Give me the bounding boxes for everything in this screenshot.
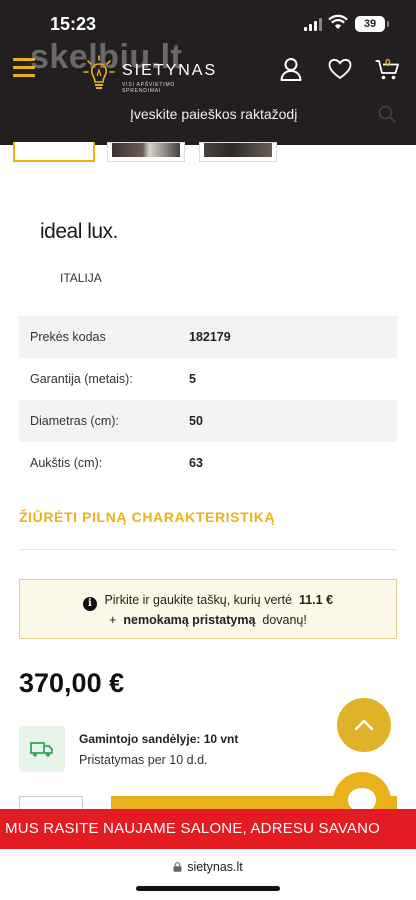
points-banner: i Pirkite ir gaukite taškų, kurių vertė … <box>19 579 397 639</box>
thumbnail-image <box>112 143 180 157</box>
marquee-text: MUS RASITE NAUJAME SALONE, ADRESU SAVANO <box>5 820 381 837</box>
spec-label: Diametras (cm): <box>19 400 189 442</box>
spec-label: Aukštis (cm): <box>30 456 103 470</box>
browser-address-bar[interactable]: sietynas.lt <box>0 849 416 900</box>
search-icon[interactable] <box>377 104 397 124</box>
full-specs-link[interactable]: ŽIŪRĖTI PILNĄ CHARAKTERISTIKĄ <box>19 509 275 525</box>
bulb-logo-icon <box>83 55 115 89</box>
product-thumbnail[interactable] <box>199 142 277 162</box>
points-text: Pirkite ir gaukite taškų, kurių vertė <box>104 593 293 607</box>
delivery-time: Pristatymas per 10 d.d. <box>79 753 208 767</box>
spec-value: 63 <box>189 456 203 470</box>
thumbnail-image <box>204 143 272 157</box>
wifi-icon <box>328 14 348 29</box>
points-value: 11.1 € <box>298 593 334 607</box>
battery-level: 39 <box>363 18 377 30</box>
heart-icon[interactable] <box>327 56 353 82</box>
spec-value: 5 <box>189 372 196 386</box>
url-display[interactable]: sietynas.lt <box>0 860 416 874</box>
logo-name: SIETYNAS <box>122 62 218 79</box>
spec-value: 182179 <box>189 316 397 358</box>
site-logo[interactable]: SIETYNAS VISI APŠVIETIMO SPRENDIMAI <box>82 54 215 98</box>
spec-label: Garantija (metais): <box>30 372 133 386</box>
plus-sign: + <box>109 613 117 627</box>
table-row: Diametras (cm): 50 <box>19 400 397 442</box>
brand-logo[interactable]: ideal lux. <box>40 220 118 244</box>
chevron-up-icon <box>354 719 374 731</box>
gift-text: dovanų! <box>262 613 307 627</box>
truck-icon <box>19 726 65 772</box>
stock-status: Gamintojo sandėlyje: 10 vnt <box>79 732 239 746</box>
brand-country: ITALIJA <box>60 271 102 285</box>
signal-icon <box>304 18 322 31</box>
search-bar <box>0 96 416 132</box>
product-thumbnail[interactable] <box>107 142 185 162</box>
user-icon[interactable] <box>278 56 304 82</box>
divider <box>19 549 397 550</box>
spec-table: Prekės kodas 182179 Garantija (metais): … <box>19 316 397 484</box>
product-thumbnail[interactable] <box>13 142 95 162</box>
scroll-to-top-button[interactable] <box>337 698 391 752</box>
table-row: Prekės kodas 182179 <box>19 316 397 358</box>
points-line: i Pirkite ir gaukite taškų, kurių vertė … <box>20 593 396 611</box>
spec-label: Prekės kodas <box>19 316 189 358</box>
home-indicator[interactable] <box>136 886 280 891</box>
table-row: Aukštis (cm): 63 <box>19 442 397 484</box>
lock-icon <box>173 862 182 872</box>
logo-tagline: VISI APŠVIETIMO SPRENDIMAI <box>122 82 176 94</box>
delivery-gift-line: + nemokamą pristatymą dovanų! <box>20 613 396 627</box>
table-row: Garantija (metais): 5 <box>19 358 397 400</box>
cart-count: 0 <box>385 58 391 69</box>
announcement-marquee: MUS RASITE NAUJAME SALONE, ADRESU SAVANO <box>0 809 416 849</box>
free-delivery-text: nemokamą pristatymą <box>123 613 256 627</box>
url-text: sietynas.lt <box>187 860 243 874</box>
site-header: 15:23 39 skelbiu.lt SIETYNAS VISI APŠVIE… <box>0 0 416 145</box>
search-input[interactable] <box>130 102 360 126</box>
status-time: 15:23 <box>50 14 97 34</box>
battery-icon: 39 <box>355 16 389 32</box>
info-icon: i <box>82 597 97 611</box>
spec-value: 50 <box>189 400 397 442</box>
product-price: 370,00 € <box>19 668 125 698</box>
